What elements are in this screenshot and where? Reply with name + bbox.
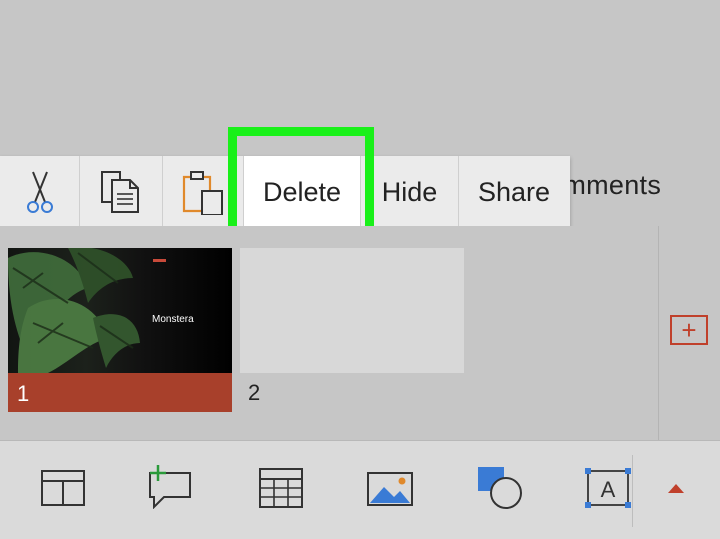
textbox-icon[interactable]: A <box>584 467 632 509</box>
add-slide-button[interactable]: + <box>670 315 708 345</box>
slide-1-number: 1 <box>17 381 30 406</box>
copy-icon <box>101 171 139 213</box>
table-icon[interactable] <box>258 467 304 509</box>
svg-text:A: A <box>601 477 616 502</box>
slide-2-number: 2 <box>248 380 261 405</box>
plus-box-icon: + <box>681 315 697 345</box>
layout-icon[interactable] <box>40 469 86 507</box>
insert-toolbar: A <box>0 440 720 539</box>
slide-1-image: Monstera <box>8 248 232 373</box>
copy-button[interactable] <box>80 156 163 228</box>
scissors-icon <box>26 171 53 213</box>
slide-1-selected-bar: 1 <box>8 373 232 412</box>
title-accent-bar <box>153 259 166 262</box>
slide-1-title: Monstera <box>152 314 194 325</box>
clipboard-icon <box>182 171 223 215</box>
slide-thumbnail-1[interactable]: Monstera 1 <box>8 248 232 412</box>
hide-button[interactable]: Hide <box>361 156 459 228</box>
monstera-leaf-icon <box>8 248 140 373</box>
shapes-icon[interactable] <box>474 463 524 511</box>
slide-thumbnail-2[interactable] <box>240 248 464 373</box>
add-comment-icon[interactable] <box>144 463 196 509</box>
cut-button[interactable] <box>0 156 80 228</box>
picture-icon[interactable] <box>366 471 414 507</box>
toolbar-divider <box>632 455 633 527</box>
expand-up-icon[interactable] <box>666 481 686 495</box>
share-button[interactable]: Share <box>459 156 569 228</box>
